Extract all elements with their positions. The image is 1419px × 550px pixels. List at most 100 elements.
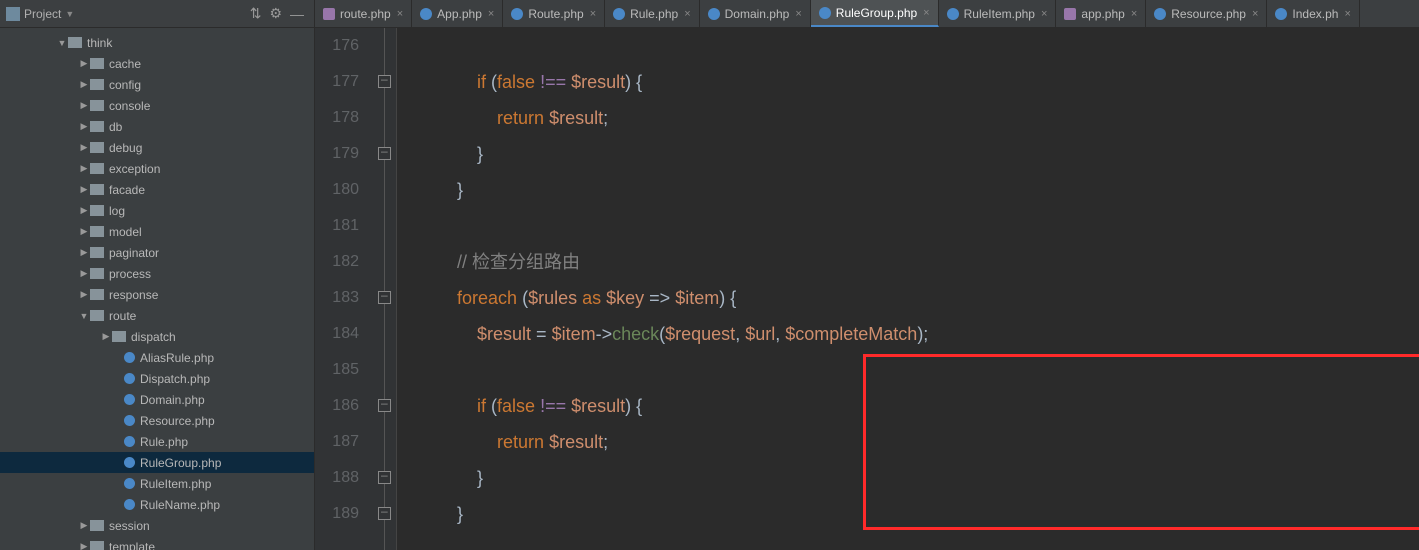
code-line[interactable]: $result = $item->check($request, $url, $… <box>417 316 1419 352</box>
project-header[interactable]: Project ▼ ⇅ ⚙ — <box>0 0 315 27</box>
tree-node[interactable]: ▼think <box>0 32 314 53</box>
code-line[interactable] <box>417 352 1419 388</box>
code-line[interactable] <box>417 208 1419 244</box>
tab-Domain-php[interactable]: Domain.php× <box>700 0 811 27</box>
line-number: 183 <box>315 280 359 316</box>
line-number: 176 <box>315 28 359 64</box>
code-line[interactable]: foreach ($rules as $key => $item) { <box>417 280 1419 316</box>
expand-arrow-icon[interactable]: ▶ <box>78 289 90 300</box>
tree-node[interactable]: RuleGroup.php <box>0 452 314 473</box>
expand-arrow-icon[interactable]: ▶ <box>100 331 112 342</box>
code-line[interactable]: if (false !== $result) { <box>417 388 1419 424</box>
tree-node[interactable]: ▶paginator <box>0 242 314 263</box>
tree-node[interactable]: ▶facade <box>0 179 314 200</box>
line-number: 184 <box>315 316 359 352</box>
line-number: 189 <box>315 496 359 532</box>
fold-marker[interactable] <box>378 75 391 88</box>
expand-arrow-icon[interactable]: ▼ <box>56 38 68 48</box>
tree-node[interactable]: ▶ log <box>0 200 314 221</box>
tree-node[interactable]: ▶response <box>0 284 314 305</box>
tree-node[interactable]: ▼route <box>0 305 314 326</box>
tree-node[interactable]: ▶model <box>0 221 314 242</box>
tab-Index-ph[interactable]: Index.ph× <box>1267 0 1359 27</box>
expand-arrow-icon[interactable]: ▶ <box>78 268 90 279</box>
expand-arrow-icon[interactable]: ▶ <box>78 100 90 111</box>
tree-node[interactable]: ▶dispatch <box>0 326 314 347</box>
close-icon[interactable]: × <box>397 8 403 20</box>
fold-marker[interactable] <box>378 507 391 520</box>
tree-node[interactable]: ▶session <box>0 515 314 536</box>
expand-arrow-icon[interactable]: ▶ <box>78 163 90 174</box>
close-icon[interactable]: × <box>684 8 690 20</box>
tab-RuleGroup-php[interactable]: RuleGroup.php× <box>811 0 939 27</box>
tree-node[interactable]: Domain.php <box>0 389 314 410</box>
fold-marker[interactable] <box>378 399 391 412</box>
tab-label: Rule.php <box>630 7 678 21</box>
code-line[interactable]: } <box>417 460 1419 496</box>
code-line[interactable]: if (false !== $result) { <box>417 64 1419 100</box>
code-line[interactable]: return $result; <box>417 100 1419 136</box>
code-line[interactable]: // 检查分组路由 <box>417 244 1419 280</box>
expand-arrow-icon[interactable]: ▶ <box>78 541 90 550</box>
tab-Route-php[interactable]: Route.php× <box>503 0 605 27</box>
tree-node[interactable]: RuleItem.php <box>0 473 314 494</box>
close-icon[interactable]: × <box>795 8 801 20</box>
expand-arrow-icon[interactable]: ▶ <box>78 226 90 237</box>
tree-node[interactable]: RuleName.php <box>0 494 314 515</box>
expand-arrow-icon[interactable]: ▶ <box>78 247 90 258</box>
code-area[interactable]: if (false !== $result) { return $result;… <box>397 28 1419 550</box>
close-icon[interactable]: × <box>1131 8 1137 20</box>
tab-app-php[interactable]: app.php× <box>1056 0 1146 27</box>
tree-node[interactable]: AliasRule.php <box>0 347 314 368</box>
tab-route-php[interactable]: route.php× <box>315 0 412 27</box>
project-tree[interactable]: ▼think▶cache▶config▶console▶db▶debug▶exc… <box>0 28 315 550</box>
tab-App-php[interactable]: App.php× <box>412 0 503 27</box>
expand-arrow-icon[interactable]: ▶ <box>78 184 90 195</box>
expand-arrow-icon[interactable]: ▶ <box>78 79 90 90</box>
folder-icon <box>90 247 104 258</box>
tree-node[interactable]: Rule.php <box>0 431 314 452</box>
close-icon[interactable]: × <box>1252 8 1258 20</box>
tab-RuleItem-php[interactable]: RuleItem.php× <box>939 0 1057 27</box>
expand-arrow-icon[interactable]: ▶ <box>78 205 90 216</box>
code-line[interactable]: return $result; <box>417 424 1419 460</box>
expand-arrow-icon[interactable]: ▶ <box>78 121 90 132</box>
expand-arrow-icon[interactable]: ▶ <box>78 520 90 531</box>
expand-arrow-icon[interactable]: ▶ <box>78 142 90 153</box>
close-icon[interactable]: × <box>923 7 929 19</box>
tree-node[interactable]: ▶process <box>0 263 314 284</box>
tree-node[interactable]: Resource.php <box>0 410 314 431</box>
tree-node[interactable]: ▶template <box>0 536 314 550</box>
code-editor[interactable]: 1761771781791801811821831841851861871881… <box>315 28 1419 550</box>
collapse-icon[interactable]: ⇅ <box>250 5 262 22</box>
close-icon[interactable]: × <box>590 8 596 20</box>
tree-node[interactable]: ▶db <box>0 116 314 137</box>
code-line[interactable] <box>417 28 1419 64</box>
tree-label: log <box>109 204 125 218</box>
folder-icon <box>68 37 82 48</box>
tree-node[interactable]: ▶debug <box>0 137 314 158</box>
close-icon[interactable]: × <box>1344 8 1350 20</box>
fold-marker[interactable] <box>378 147 391 160</box>
tab-Resource-php[interactable]: Resource.php× <box>1146 0 1267 27</box>
close-icon[interactable]: × <box>488 8 494 20</box>
expand-arrow-icon[interactable]: ▶ <box>78 58 90 69</box>
fold-marker[interactable] <box>378 471 391 484</box>
line-number: 185 <box>315 352 359 388</box>
tree-node[interactable]: ▶config <box>0 74 314 95</box>
code-line[interactable]: } <box>417 136 1419 172</box>
gear-icon[interactable]: ⚙ <box>269 5 282 22</box>
tree-node[interactable]: Dispatch.php <box>0 368 314 389</box>
fold-marker[interactable] <box>378 291 391 304</box>
tree-node[interactable]: ▶console <box>0 95 314 116</box>
expand-arrow-icon[interactable]: ▼ <box>78 311 90 321</box>
close-icon[interactable]: × <box>1041 8 1047 20</box>
code-line[interactable]: } <box>417 172 1419 208</box>
code-line[interactable]: } <box>417 496 1419 532</box>
tab-Rule-php[interactable]: Rule.php × <box>605 0 699 27</box>
line-number: 177 <box>315 64 359 100</box>
fold-column[interactable] <box>373 28 397 550</box>
tree-node[interactable]: ▶exception <box>0 158 314 179</box>
tree-node[interactable]: ▶cache <box>0 53 314 74</box>
minimize-icon[interactable]: — <box>290 6 304 22</box>
